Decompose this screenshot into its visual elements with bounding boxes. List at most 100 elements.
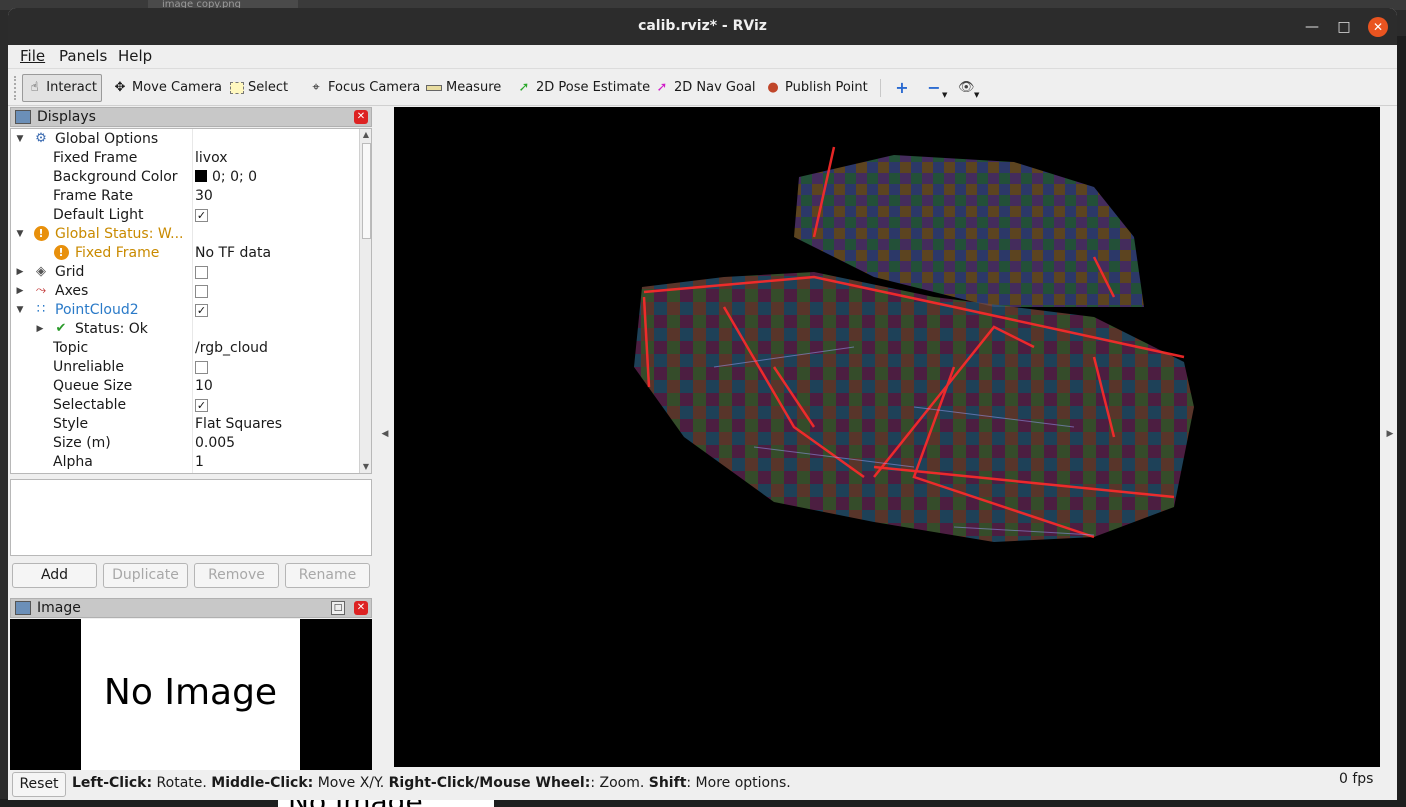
- tree-row-grid[interactable]: ▶ ◈ Grid: [11, 263, 359, 282]
- row-value[interactable]: 30: [195, 187, 213, 206]
- row-key: Queue Size: [53, 378, 133, 394]
- expand-arrow-icon[interactable]: ▼: [15, 130, 25, 149]
- publish-point-tool-button[interactable]: ● Publish Point: [761, 74, 872, 102]
- default-light-checkbox[interactable]: ✓: [195, 209, 208, 222]
- row-key: Default Light: [53, 207, 144, 223]
- tree-row-style[interactable]: Style Flat Squares: [11, 415, 359, 434]
- select-tool-button[interactable]: Select: [226, 74, 292, 102]
- row-value[interactable]: 10: [195, 377, 213, 396]
- collapse-left-icon[interactable]: ◀: [380, 429, 390, 439]
- pose-estimate-tool-button[interactable]: ➚ 2D Pose Estimate: [512, 74, 654, 102]
- grid-icon: ◈: [36, 264, 46, 279]
- tree-row-fixed-frame[interactable]: Fixed Frame livox: [11, 149, 359, 168]
- row-key: Status: Ok: [75, 321, 148, 337]
- row-key: PointCloud2: [55, 302, 139, 318]
- selectable-checkbox[interactable]: ✓: [195, 399, 208, 412]
- remove-display-button[interactable]: Remove: [194, 563, 279, 588]
- tree-row-size[interactable]: Size (m) 0.005: [11, 434, 359, 453]
- row-value[interactable]: /rgb_cloud: [195, 339, 268, 358]
- tree-row-axes[interactable]: ▶ ⤳ Axes: [11, 282, 359, 301]
- tree-row-selectable[interactable]: Selectable ✓: [11, 396, 359, 415]
- add-tool-button[interactable]: +: [890, 74, 914, 102]
- unreliable-checkbox[interactable]: [195, 361, 208, 374]
- expand-arrow-icon[interactable]: ▼: [15, 301, 25, 320]
- right-splitter[interactable]: ▶: [1382, 107, 1396, 767]
- menu-file[interactable]: File: [20, 47, 45, 65]
- collapse-arrow-icon[interactable]: ▶: [15, 282, 25, 301]
- image-display: No Image: [10, 619, 372, 775]
- row-value[interactable]: 0; 0; 0: [195, 168, 257, 187]
- row-value[interactable]: livox: [195, 149, 227, 168]
- close-displays-button[interactable]: ✕: [354, 110, 368, 124]
- tree-row-alpha[interactable]: Alpha 1: [11, 453, 359, 472]
- image-panel-header[interactable]: Image □ ✕: [10, 598, 372, 618]
- tree-row-global-status[interactable]: ▼ ! Global Status: W...: [11, 225, 359, 244]
- warning-icon: !: [33, 226, 49, 242]
- menu-panels[interactable]: Panels: [59, 47, 107, 65]
- measure-label: Measure: [446, 80, 502, 95]
- view-tool-button[interactable]: 👁 ▼: [954, 74, 983, 102]
- tree-row-status-ok[interactable]: ▶ ✔ Status: Ok: [11, 320, 359, 339]
- color-value-text: 0; 0; 0: [212, 169, 258, 185]
- rename-display-button[interactable]: Rename: [285, 563, 370, 588]
- tree-row-global-options[interactable]: ▼ ⚙ Global Options: [11, 130, 359, 149]
- toolbar-grip[interactable]: [14, 76, 18, 100]
- row-key: Global Options: [55, 131, 159, 147]
- menu-panels-label: Panels: [59, 47, 108, 65]
- expand-arrow-icon[interactable]: ▼: [15, 225, 25, 244]
- left-splitter[interactable]: ◀: [378, 107, 392, 767]
- fps-counter: 0 fps: [1339, 771, 1374, 787]
- row-value[interactable]: 1: [195, 453, 204, 472]
- add-display-button[interactable]: Add: [12, 563, 97, 588]
- grid-checkbox[interactable]: [195, 266, 208, 279]
- row-key: Topic: [53, 340, 89, 356]
- eye-icon: 👁: [958, 80, 975, 95]
- tree-row-topic[interactable]: Topic /rgb_cloud: [11, 339, 359, 358]
- desktop-bottom-edge: [0, 799, 1406, 807]
- interact-tool-button[interactable]: ☝ Interact: [22, 74, 102, 102]
- duplicate-display-button[interactable]: Duplicate: [103, 563, 188, 588]
- remove-tool-button[interactable]: − ▼: [922, 74, 951, 102]
- focus-camera-tool-button[interactable]: ⌖ Focus Camera: [304, 74, 424, 102]
- row-key: Selectable: [53, 397, 127, 413]
- row-value[interactable]: Flat Squares: [195, 415, 282, 434]
- tree-row-pointcloud2[interactable]: ▼ ∷ PointCloud2 ✓: [11, 301, 359, 320]
- axes-checkbox[interactable]: [195, 285, 208, 298]
- row-key: Background Color: [53, 169, 178, 185]
- displays-tree[interactable]: ▼ ⚙ Global Options Fixed Frame livox Bac…: [10, 128, 372, 474]
- collapse-right-icon[interactable]: ▶: [1385, 429, 1395, 439]
- collapse-arrow-icon[interactable]: ▶: [15, 263, 25, 282]
- view-caret-icon: ▼: [974, 91, 980, 99]
- move-camera-tool-button[interactable]: ✥ Move Camera: [108, 74, 226, 102]
- scroll-down-icon[interactable]: ▼: [360, 461, 371, 473]
- nav-goal-tool-button[interactable]: ➚ 2D Nav Goal: [650, 74, 760, 102]
- tree-scrollbar[interactable]: ▲ ▼: [359, 129, 371, 473]
- minimize-button[interactable]: —: [1302, 17, 1322, 37]
- collapse-arrow-icon[interactable]: ▶: [35, 320, 45, 339]
- move-arrows-icon: ✥: [114, 80, 126, 95]
- pointcloud2-checkbox[interactable]: ✓: [195, 304, 208, 317]
- undock-icon[interactable]: □: [331, 601, 345, 615]
- menu-help[interactable]: Help: [118, 47, 152, 65]
- close-window-button[interactable]: ✕: [1368, 17, 1388, 37]
- row-key: Global Status: W...: [55, 226, 183, 242]
- row-value[interactable]: 0.005: [195, 434, 235, 453]
- left-dock: Displays ✕ ▼ ⚙ Global Options Fixed Fram…: [10, 107, 374, 775]
- 3d-render-view[interactable]: [394, 107, 1380, 767]
- tree-row-unreliable[interactable]: Unreliable: [11, 358, 359, 377]
- reset-button[interactable]: Reset: [12, 772, 66, 797]
- measure-tool-button[interactable]: Measure: [422, 74, 505, 102]
- tree-row-queue-size[interactable]: Queue Size 10: [11, 377, 359, 396]
- scroll-thumb[interactable]: [362, 143, 371, 239]
- tree-row-frame-rate[interactable]: Frame Rate 30: [11, 187, 359, 206]
- displays-panel-header[interactable]: Displays ✕: [10, 107, 372, 127]
- menu-file-label: File: [20, 47, 46, 65]
- tree-row-fixed-frame-status[interactable]: ! Fixed Frame No TF data: [11, 244, 359, 263]
- close-image-panel-button[interactable]: ✕: [354, 601, 368, 615]
- scroll-up-icon[interactable]: ▲: [360, 129, 371, 141]
- tree-row-default-light[interactable]: Default Light ✓: [11, 206, 359, 225]
- maximize-button[interactable]: □: [1334, 17, 1354, 37]
- tree-row-background-color[interactable]: Background Color 0; 0; 0: [11, 168, 359, 187]
- row-key: Grid: [55, 264, 85, 280]
- pointcloud-icon: ∷: [36, 302, 46, 317]
